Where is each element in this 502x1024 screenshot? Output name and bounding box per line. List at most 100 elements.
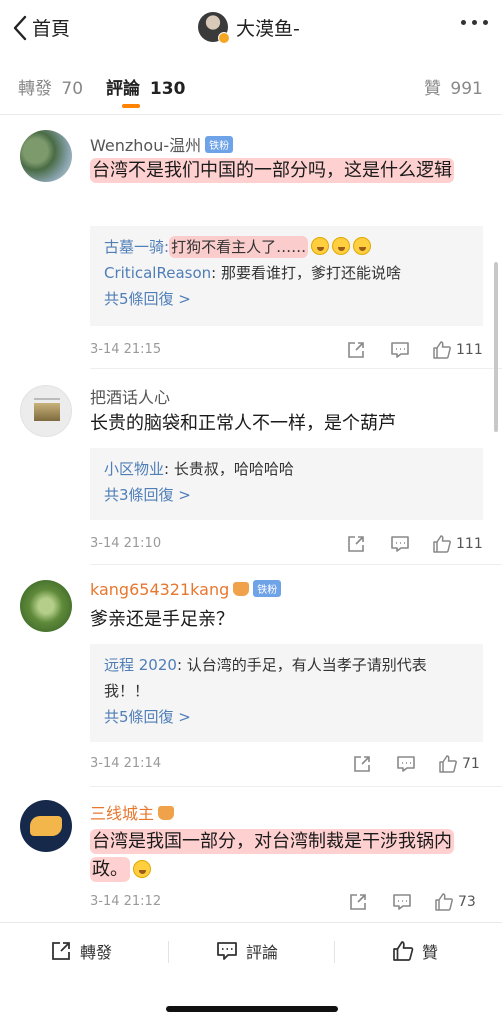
page-title[interactable]: 大漠鱼- <box>198 12 300 44</box>
view-replies-link[interactable]: 共5條回復 > <box>104 286 469 312</box>
reply-text: 那要看谁打，爹打还能说啥 <box>220 264 401 282</box>
comment-label: 評論 <box>246 943 279 962</box>
avatar-graphic <box>30 816 62 836</box>
avatar[interactable] <box>20 800 72 852</box>
more-dot <box>483 20 488 25</box>
divider <box>0 114 502 115</box>
comment-divider <box>90 368 502 369</box>
reply-item: 古墓一骑: 打狗不看主人了…… <box>104 234 469 260</box>
share-button[interactable] <box>352 752 372 776</box>
author-name: 大漠鱼- <box>236 17 300 40</box>
comment-username[interactable]: 三线城主 <box>90 800 175 824</box>
author-avatar <box>198 12 230 44</box>
like-icon <box>393 941 414 961</box>
reply-item: 远程 2020: 认台湾的手足，有人当孝子请别代表我！！ <box>104 652 469 704</box>
like-icon <box>435 893 453 911</box>
back-chevron-icon <box>13 15 27 40</box>
tab-active-indicator <box>122 104 140 108</box>
comment-text[interactable]: 长贵的脑袋和正常人不一样，是个葫芦 <box>90 410 480 438</box>
share-icon <box>350 894 366 910</box>
like-bottom-button[interactable]: 贊 <box>392 939 438 963</box>
like-button[interactable]: 71 <box>438 752 480 776</box>
comment-divider <box>90 564 502 565</box>
verified-badge-icon <box>218 32 230 44</box>
reply-item: 小区物业: 长贵叔，哈哈哈哈 <box>104 456 469 482</box>
tab-comments-count: 130 <box>149 79 186 99</box>
share-button[interactable] <box>348 890 368 914</box>
comment-text[interactable]: 台湾是我国一部分，对台湾制裁是干涉我锅内政。 <box>90 828 480 884</box>
comment-username[interactable]: kang654321kang 铁粉 <box>90 580 282 599</box>
view-replies-link[interactable]: 共5條回復 > <box>104 704 469 730</box>
comment-time: 3-14 21:10 <box>90 536 162 551</box>
reply-username[interactable]: CriticalReason <box>104 264 211 282</box>
reply-username[interactable]: 古墓一骑 <box>104 238 164 256</box>
tab-repost-count: 70 <box>61 79 84 99</box>
reply-button[interactable] <box>396 752 416 776</box>
reply-button[interactable] <box>390 338 410 362</box>
tab-likes-count: 991 <box>450 79 483 99</box>
avatar-graphic <box>34 398 60 400</box>
avatar[interactable] <box>20 385 72 437</box>
share-icon <box>348 536 364 552</box>
tab-bar: 轉發 70 評論 130 贊 991 <box>0 62 502 112</box>
share-button[interactable] <box>346 532 366 556</box>
like-icon <box>433 341 451 359</box>
comment-icon <box>391 536 409 552</box>
comment-divider <box>90 786 502 787</box>
like-label: 贊 <box>422 943 439 962</box>
comment-icon <box>217 942 237 960</box>
reply-colon: : <box>176 656 187 674</box>
like-icon <box>433 535 451 553</box>
share-button[interactable] <box>346 338 366 362</box>
more-button[interactable] <box>461 20 488 25</box>
like-button[interactable]: 111 <box>432 532 483 556</box>
scrollbar[interactable] <box>494 262 498 432</box>
repost-button[interactable]: 轉發 <box>50 939 112 963</box>
comment-time: 3-14 21:15 <box>90 342 162 357</box>
reply-username[interactable]: 远程 2020 <box>104 656 177 674</box>
tab-likes-label: 贊 <box>424 79 441 99</box>
comment-icon <box>397 756 415 772</box>
reply-colon: : <box>164 460 174 478</box>
like-button[interactable]: 111 <box>432 338 483 362</box>
reply-button[interactable] <box>390 532 410 556</box>
share-icon <box>348 342 364 358</box>
username-text: Wenzhou-温州 <box>90 136 202 155</box>
view-replies-link[interactable]: 共3條回復 > <box>104 482 469 508</box>
username-text: kang654321kang <box>90 580 230 599</box>
share-icon <box>354 756 370 772</box>
repost-label: 轉發 <box>80 943 113 962</box>
tab-comments-label: 評論 <box>106 79 140 99</box>
more-dots-icon <box>461 20 466 25</box>
comment-text-content: 台湾不是我们中国的一部分吗，这是什么逻辑 <box>90 158 454 183</box>
like-count: 111 <box>456 536 483 552</box>
bottom-divider <box>168 941 169 963</box>
reply-box[interactable]: 古墓一骑: 打狗不看主人了…… CriticalReason: 那要看谁打，爹打还… <box>90 226 483 326</box>
reply-box[interactable]: 远程 2020: 认台湾的手足，有人当孝子请别代表我！！ 共5條回復 > <box>90 644 483 742</box>
reply-button[interactable] <box>392 890 412 914</box>
fan-badge: 铁粉 <box>253 580 282 597</box>
avatar[interactable] <box>20 580 72 632</box>
back-button[interactable]: 首頁 <box>12 14 70 41</box>
username-text: 三线城主 <box>90 804 155 823</box>
emoji-laugh-icon <box>133 860 151 878</box>
emoji-laugh-icon <box>332 237 351 255</box>
avatar[interactable] <box>20 130 72 182</box>
comment-meta: 3-14 21:15 111 <box>90 338 483 362</box>
like-button[interactable]: 73 <box>434 890 476 914</box>
comment-username[interactable]: Wenzhou-温州 铁粉 <box>90 132 234 156</box>
reply-box[interactable]: 小区物业: 长贵叔，哈哈哈哈 共3條回復 > <box>90 448 483 520</box>
comment-text-content: 长贵的脑袋和正常人不一样，是个葫芦 <box>90 413 396 434</box>
comment-text[interactable]: 爹亲还是手足亲？ <box>90 606 480 634</box>
tab-likes[interactable]: 贊 991 <box>424 74 483 99</box>
top-bar: 首頁 大漠鱼- <box>0 0 502 58</box>
comment-text[interactable]: 台湾不是我们中国的一部分吗，这是什么逻辑 <box>90 157 480 185</box>
tab-repost[interactable]: 轉發 70 <box>18 74 83 99</box>
comment-button[interactable]: 評論 <box>216 939 278 963</box>
crown-icon <box>158 806 175 820</box>
tab-comments[interactable]: 評論 130 <box>106 74 185 99</box>
like-count: 73 <box>458 894 476 910</box>
back-label: 首頁 <box>32 18 71 40</box>
reply-username[interactable]: 小区物业 <box>104 460 164 478</box>
comment-username[interactable]: 把酒话人心 <box>90 384 170 408</box>
